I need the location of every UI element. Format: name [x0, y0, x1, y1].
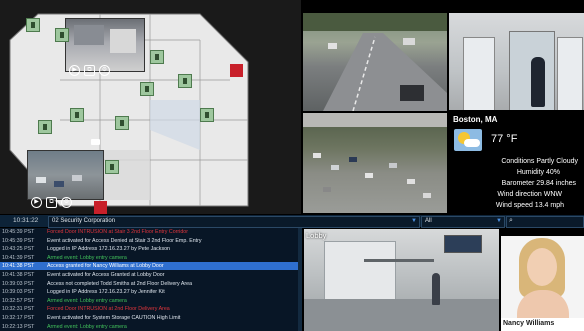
embedded-camera-view-parking[interactable]: [27, 150, 104, 200]
weather-city: Boston, MA: [453, 115, 498, 124]
log-row[interactable]: 10:41:39 PST Armed event: Lobby entry cam…: [0, 254, 302, 262]
camera-marker-icon[interactable]: [70, 108, 84, 122]
log-time: 10:43:25 PST: [2, 246, 35, 253]
filter-dropdown[interactable]: All ▼: [421, 216, 505, 228]
event-log[interactable]: 10:45:39 PST Forced Door INTRUSION at Sta…: [0, 228, 302, 331]
log-time: 10:41:38 PST: [2, 272, 35, 278]
log-time: 10:22:13 PST: [2, 323, 35, 330]
settings-icon[interactable]: ⚙: [99, 65, 110, 76]
log-row[interactable]: 10:43:25 PST Logged in IP Address 172.16.…: [0, 245, 302, 253]
camera-marker-icon[interactable]: [150, 50, 164, 64]
alarm-marker-icon[interactable]: [94, 201, 107, 214]
camera-marker-icon[interactable]: [55, 28, 69, 42]
wind-speed: Wind speed 13.4 mph: [495, 202, 564, 209]
log-time: 10:45:39 PST: [2, 237, 35, 244]
settings-icon[interactable]: ⚙: [61, 197, 72, 208]
log-message: Event activated for Access Granted at Lo…: [47, 272, 165, 278]
log-row[interactable]: 10:32:31 PST Forced Door INTRUSION at 2nd…: [0, 305, 302, 313]
embedded-camera-controls: ▶ ⧉ ⚙: [66, 64, 136, 76]
chevron-down-icon[interactable]: ▼: [411, 218, 417, 224]
log-scrollbar[interactable]: [298, 228, 302, 331]
search-icon: ⌕: [509, 217, 513, 224]
log-row[interactable]: 10:45:39 PST Event activated for Access D…: [0, 237, 302, 245]
lobby-camera-view[interactable]: Lobby: [304, 229, 499, 331]
log-time: 10:39:03 PST: [2, 280, 35, 287]
temperature: 77 °F: [491, 133, 518, 145]
camera-marker-icon[interactable]: [105, 160, 119, 174]
conditions: Conditions Partly Cloudy: [501, 158, 578, 165]
toolbar: 10:31:22 02 Security Corporation ▼ All ▼…: [0, 215, 584, 228]
camera-marker-icon[interactable]: [178, 74, 192, 88]
log-message: Logged in IP Address 172.16.23.27 by Pet…: [47, 246, 170, 253]
log-message: Logged in IP Address 172.16.23.27 by Jen…: [47, 289, 165, 296]
log-row[interactable]: 10:41:38 PST Event activated for Access G…: [0, 271, 302, 279]
alarm-marker-icon[interactable]: [230, 64, 243, 77]
log-row[interactable]: 10:22:13 PST Armed event: Lobby entry cam…: [0, 323, 302, 331]
camera-marker-icon[interactable]: [38, 120, 52, 134]
person-photo: [501, 236, 584, 318]
log-message: Armed event: Lobby entry camera: [47, 323, 127, 330]
log-time: 10:45:39 PST: [2, 229, 35, 235]
log-time: 10:32:57 PST: [2, 297, 35, 304]
humidity: Humidity 40%: [516, 169, 560, 176]
log-message: Event activated for System Storage CAUTI…: [47, 315, 181, 321]
chevron-down-icon[interactable]: ▼: [496, 218, 502, 224]
log-time: 10:32:17 PST: [2, 315, 35, 321]
log-time: 10:39:03 PST: [2, 289, 35, 296]
camera-marker-icon[interactable]: [115, 116, 129, 130]
log-row[interactable]: 10:32:57 PST Armed event: Lobby entry cam…: [0, 297, 302, 305]
log-message: Access granted for Nancy Williams at Lob…: [47, 263, 164, 270]
site-selector[interactable]: 02 Security Corporation ▼: [48, 216, 420, 228]
floor-plan-panel[interactable]: ▶ ⧉ ⚙ ▶ ⧉ ⚙: [0, 0, 301, 214]
log-message: Forced Door INTRUSION at 2nd Floor Deliv…: [47, 306, 170, 313]
play-icon[interactable]: ▶: [31, 197, 42, 208]
copy-icon[interactable]: ⧉: [46, 197, 57, 208]
log-row[interactable]: 10:41:38 PST Access granted for Nancy Wil…: [0, 262, 302, 271]
camera-icon[interactable]: [91, 139, 100, 145]
search-input[interactable]: [517, 217, 579, 226]
log-message: Forced Door INTRUSION at Stair 3 2nd Flo…: [47, 229, 188, 235]
embedded-camera-controls-2: ▶ ⧉ ⚙: [28, 196, 98, 208]
camera-marker-icon[interactable]: [200, 108, 214, 122]
street-camera-view[interactable]: [303, 13, 447, 111]
copy-icon[interactable]: ⧉: [84, 65, 95, 76]
weather-panel: Boston, MA 77 °F Conditions Partly Cloud…: [449, 111, 584, 214]
log-message: Armed event: Lobby entry camera: [47, 254, 127, 261]
barometer: Barometer 29.84 inches: [501, 180, 576, 187]
parking-scene: [303, 113, 447, 198]
camera-marker-icon[interactable]: [26, 18, 40, 32]
log-time: 10:41:38 PST: [2, 263, 35, 270]
street-scene: [303, 13, 447, 111]
log-row[interactable]: 10:39:03 PST Logged in IP Address 172.16.…: [0, 288, 302, 296]
log-message: Armed event: Lobby entry camera: [47, 297, 127, 304]
person-figure: [432, 273, 440, 305]
lobby-label: Lobby: [306, 231, 327, 240]
log-row[interactable]: 10:39:03 PST Access not completed Todd Sm…: [0, 280, 302, 288]
play-icon[interactable]: ▶: [69, 65, 80, 76]
clock: 10:31:22: [13, 217, 39, 224]
log-row[interactable]: 10:45:39 PST Forced Door INTRUSION at Sta…: [0, 228, 302, 236]
log-row[interactable]: 10:32:17 PST Event activated for System S…: [0, 314, 302, 322]
log-message: Event activated for Access Denied at Sta…: [47, 237, 202, 244]
log-message: Access not completed Todd Smiths at 2nd …: [47, 280, 193, 287]
partly-cloudy-icon: [454, 129, 482, 151]
camera-marker-icon[interactable]: [140, 82, 154, 96]
log-time: 10:41:39 PST: [2, 254, 35, 261]
search-box[interactable]: ⌕: [506, 216, 584, 228]
person-name: Nancy Williams: [503, 320, 555, 327]
person-figure: [531, 57, 545, 107]
entrance-camera-view[interactable]: [449, 13, 584, 110]
site-name: 02 Security Corporation: [52, 218, 116, 224]
badge-photo-panel: Nancy Williams: [501, 236, 584, 331]
wind-direction: Wind direction WNW: [497, 191, 562, 198]
parking-camera-view[interactable]: [303, 113, 447, 213]
log-time: 10:32:31 PST: [2, 306, 35, 313]
filter-selected: All: [425, 218, 432, 224]
